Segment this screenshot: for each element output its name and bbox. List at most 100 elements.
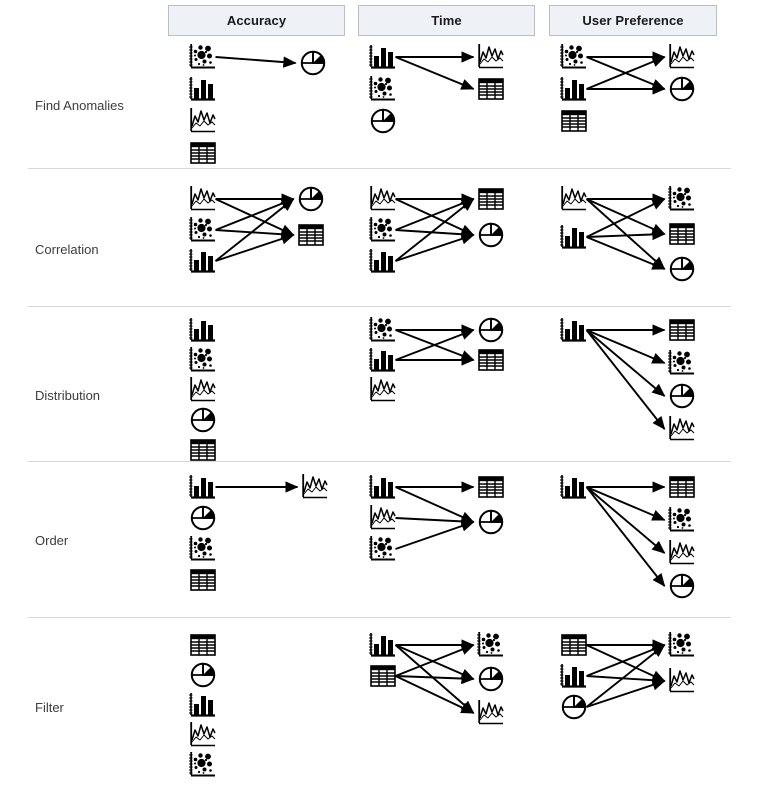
table-icon	[669, 319, 695, 341]
graph-accuracy	[189, 474, 328, 591]
cell-correlation-time	[358, 180, 549, 283]
scatter-plot-icon	[189, 347, 215, 372]
row-separator	[28, 617, 731, 618]
table-icon	[370, 665, 396, 687]
cell-find-anomalies-accuracy	[168, 40, 358, 176]
scatter-plot-icon	[668, 507, 694, 532]
table-icon	[478, 78, 504, 100]
cell-filter-time	[358, 628, 549, 729]
table-icon	[669, 223, 695, 245]
cell-order-accuracy	[168, 470, 358, 602]
column-header-accuracy: Accuracy	[168, 5, 345, 36]
column-header-user-preference-label: User Preference	[582, 13, 684, 28]
pie-chart-icon	[190, 505, 216, 531]
line-chart-icon	[370, 377, 396, 402]
scatter-plot-icon	[560, 44, 586, 69]
line-chart-icon	[669, 416, 695, 441]
task-row: Correlation	[0, 180, 759, 305]
scatter-plot-icon	[369, 536, 395, 561]
graph-accuracy	[189, 44, 326, 164]
column-header-time-label: Time	[431, 13, 462, 28]
pie-chart-icon	[478, 317, 504, 343]
cell-find-anomalies-user-preference	[549, 40, 759, 144]
line-chart-icon	[478, 44, 504, 69]
bar-chart-icon	[369, 45, 395, 69]
table-icon	[478, 476, 504, 498]
graph-user-preference	[560, 186, 695, 282]
task-row: Find Anomalies	[0, 40, 759, 168]
pie-chart-icon	[478, 222, 504, 248]
scatter-plot-icon	[189, 536, 215, 561]
bar-chart-icon	[560, 318, 586, 342]
graph-accuracy	[189, 634, 216, 777]
table-icon	[478, 349, 504, 371]
scatter-plot-icon	[189, 217, 215, 242]
pie-chart-icon	[669, 256, 695, 282]
column-header-user-preference: User Preference	[549, 5, 717, 36]
table-icon	[561, 634, 587, 656]
line-chart-icon	[669, 668, 695, 693]
table-icon	[561, 110, 587, 132]
graph-user-preference	[560, 44, 695, 132]
bar-chart-icon	[369, 249, 395, 273]
line-chart-icon	[370, 505, 396, 530]
task-row: Distribution	[0, 313, 759, 461]
cell-distribution-accuracy	[168, 313, 358, 471]
task-row: Order	[0, 470, 759, 615]
graph-accuracy	[189, 318, 216, 461]
figure-canvas: Accuracy Time User Preference Find Anoma…	[0, 0, 759, 799]
line-chart-icon	[190, 108, 216, 133]
pie-chart-icon	[478, 509, 504, 535]
table-icon	[190, 634, 216, 656]
pie-chart-icon	[190, 662, 216, 688]
line-chart-icon	[190, 722, 216, 747]
graph-user-preference	[560, 318, 695, 441]
table-icon	[190, 439, 216, 461]
bar-chart-icon	[560, 77, 586, 101]
row-separator	[28, 306, 731, 307]
row-separator	[28, 461, 731, 462]
bar-chart-icon	[560, 475, 586, 499]
line-chart-icon	[669, 44, 695, 69]
graph-time	[369, 44, 504, 134]
bar-chart-icon	[560, 664, 586, 688]
row-separator	[28, 168, 731, 169]
table-icon	[669, 476, 695, 498]
row-label-filter: Filter	[35, 700, 64, 715]
bar-chart-icon	[189, 318, 215, 342]
bar-chart-icon	[189, 249, 215, 273]
cell-correlation-accuracy	[168, 180, 358, 283]
scatter-plot-icon	[668, 350, 694, 375]
graph-time	[369, 317, 504, 402]
scatter-plot-icon	[668, 186, 694, 211]
line-chart-icon	[190, 377, 216, 402]
graph-time	[369, 475, 504, 561]
column-header-time: Time	[358, 5, 535, 36]
scatter-plot-icon	[189, 752, 215, 777]
bar-chart-icon	[189, 693, 215, 717]
line-chart-icon	[370, 186, 396, 211]
scatter-plot-icon	[477, 632, 503, 657]
bar-chart-icon	[189, 77, 215, 101]
line-chart-icon	[561, 186, 587, 211]
bar-chart-icon	[369, 348, 395, 372]
bar-chart-icon	[189, 475, 215, 499]
row-label-find-anomalies: Find Anomalies	[35, 98, 124, 113]
cell-distribution-time	[358, 313, 549, 411]
pie-chart-icon	[300, 50, 326, 76]
cell-order-user-preference	[549, 470, 759, 602]
pie-chart-icon	[561, 694, 587, 720]
row-label-order: Order	[35, 533, 69, 548]
task-row: Filter	[0, 628, 759, 778]
line-chart-icon	[302, 474, 328, 499]
table-icon	[298, 224, 324, 246]
pie-chart-icon	[669, 76, 695, 102]
column-header-accuracy-label: Accuracy	[226, 13, 287, 28]
column-header-row: Accuracy Time User Preference	[0, 5, 759, 38]
pie-chart-icon	[669, 383, 695, 409]
line-chart-icon	[669, 540, 695, 565]
scatter-plot-icon	[369, 317, 395, 342]
cell-filter-accuracy	[168, 628, 358, 786]
pie-chart-icon	[298, 186, 324, 212]
pie-chart-icon	[478, 666, 504, 692]
